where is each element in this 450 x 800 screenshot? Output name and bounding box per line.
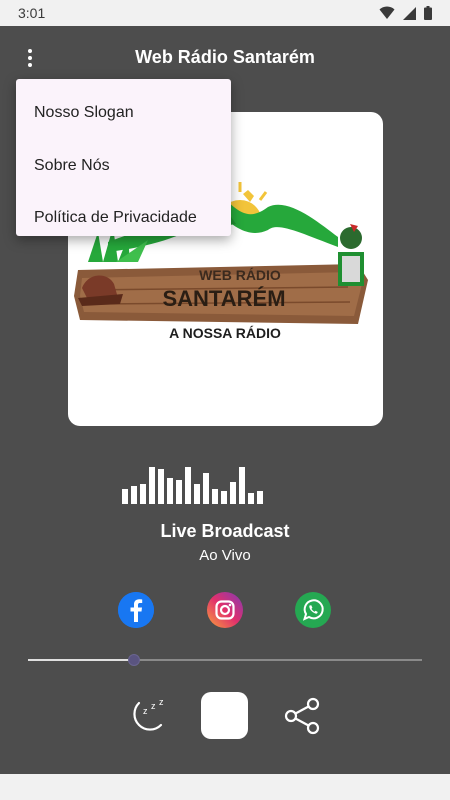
- whatsapp-icon: [295, 592, 331, 628]
- menu-item-nosso-slogan[interactable]: Nosso Slogan: [16, 87, 231, 140]
- equalizer-bar: [194, 484, 200, 504]
- equalizer-bar: [212, 489, 218, 504]
- status-time: 3:01: [18, 5, 46, 21]
- status-bar: 3:01: [0, 0, 450, 26]
- play-stop-button[interactable]: [201, 692, 248, 739]
- equalizer-bar: [176, 480, 182, 504]
- instagram-icon: [207, 592, 243, 628]
- share-button[interactable]: [283, 696, 323, 736]
- seek-progress: [28, 659, 134, 661]
- logo-slogan: A NOSSA RÁDIO: [169, 325, 281, 341]
- share-icon: [284, 697, 320, 735]
- equalizer-bar: [158, 469, 164, 504]
- equalizer-bar: [230, 482, 236, 504]
- logo-line1: WEB RÁDIO: [199, 267, 281, 283]
- equalizer-bar: [239, 467, 245, 504]
- signal-icon: [403, 6, 416, 20]
- battery-icon: [424, 6, 432, 20]
- whatsapp-button[interactable]: [295, 592, 331, 628]
- seek-thumb[interactable]: [128, 654, 140, 666]
- facebook-icon: [118, 592, 154, 628]
- broadcast-title: Live Broadcast: [160, 521, 290, 541]
- menu-item-sobre-nos[interactable]: Sobre Nós: [16, 140, 231, 193]
- equalizer-bar: [131, 486, 137, 504]
- svg-text:z: z: [151, 701, 156, 711]
- more-vert-icon[interactable]: [18, 46, 42, 70]
- wifi-icon: [379, 6, 395, 19]
- logo-line2: SANTARÉM: [162, 286, 285, 311]
- equalizer-bar: [149, 467, 155, 504]
- svg-text:z: z: [143, 706, 148, 716]
- sleep-timer-button[interactable]: z z z: [125, 695, 167, 737]
- equalizer-bar: [185, 467, 191, 504]
- menu-item-privacidade[interactable]: Política de Privacidade: [16, 192, 231, 245]
- equalizer-visualizer: [122, 456, 332, 504]
- equalizer-bar: [221, 491, 227, 504]
- facebook-button[interactable]: [118, 592, 154, 628]
- equalizer-bar: [257, 491, 263, 504]
- equalizer-bar: [203, 473, 209, 504]
- app-title: Web Rádio Santarém: [135, 46, 315, 67]
- overflow-menu: Nosso Slogan Sobre Nós Política de Priva…: [16, 79, 231, 236]
- sleep-timer-icon: z z z: [133, 697, 164, 731]
- instagram-button[interactable]: [207, 592, 243, 628]
- navigation-bar: [0, 774, 450, 800]
- broadcast-subtitle: Ao Vivo: [199, 547, 251, 564]
- equalizer-bar: [122, 489, 128, 504]
- equalizer-bar: [140, 484, 146, 504]
- equalizer-bar: [248, 493, 254, 504]
- svg-text:z: z: [159, 697, 164, 707]
- equalizer-bar: [167, 478, 173, 504]
- status-icons: [379, 6, 432, 20]
